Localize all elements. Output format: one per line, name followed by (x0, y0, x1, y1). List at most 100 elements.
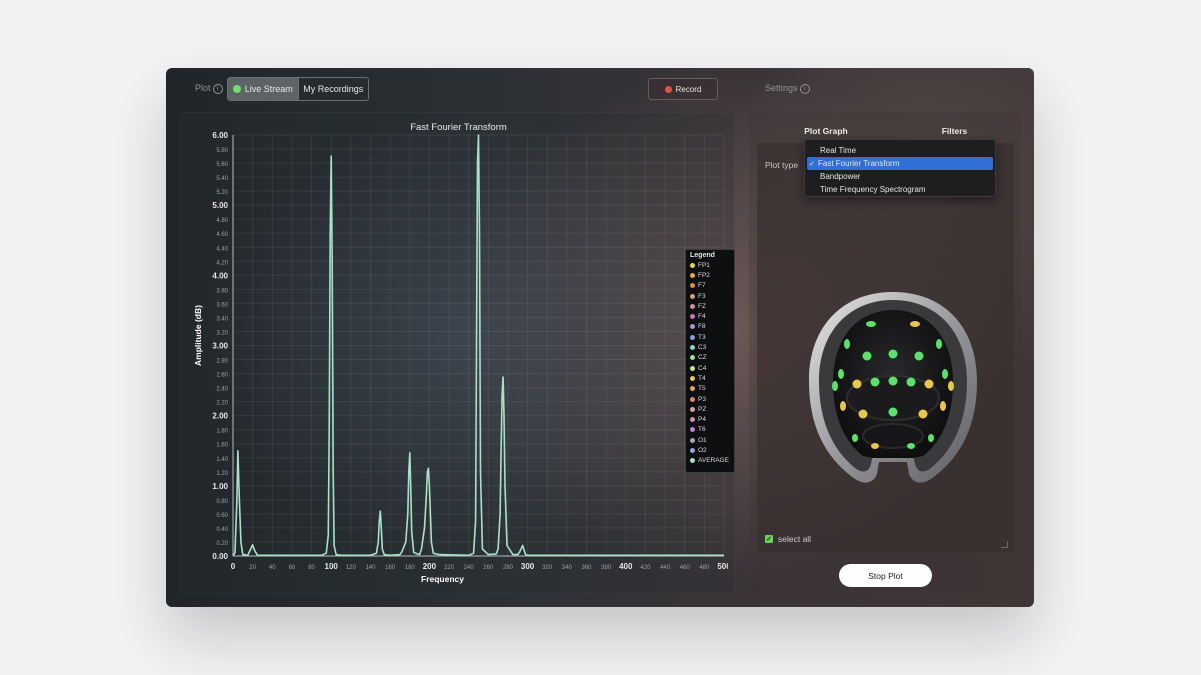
legend-item: AVERAGE (690, 456, 730, 466)
legend-swatch-icon (690, 375, 695, 381)
stop-plot-button[interactable]: Stop Plot (839, 564, 932, 587)
y-tick-label: 5.40 (216, 176, 228, 182)
x-tick-label: 60 (289, 565, 296, 571)
legend-label: O2 (698, 446, 707, 454)
legend-label: F4 (698, 313, 706, 321)
x-tick-label: 300 (521, 562, 535, 571)
legend-label: T5 (698, 385, 706, 393)
legend-item: P4 (690, 414, 730, 424)
settings-label-text: Settings (765, 83, 798, 93)
y-tick-label: 0.40 (216, 527, 228, 533)
x-tick-label: 240 (464, 565, 475, 571)
live-stream-tab[interactable]: Live Stream (228, 78, 298, 100)
legend-swatch-icon (690, 345, 695, 351)
legend-swatch-icon (690, 314, 695, 320)
checkbox-checked-icon[interactable]: ✓ (765, 535, 773, 543)
x-tick-label: 500 (717, 562, 728, 571)
record-label: Record (675, 84, 702, 94)
y-tick-label: 1.00 (212, 482, 228, 491)
plot-label-text: Plot (195, 83, 211, 93)
plot-graph-body: Plot type Real Time ✓ Fast Fourier Trans… (757, 139, 1014, 553)
checkmark-icon: ✓ (809, 160, 815, 168)
settings-info-icon[interactable]: i (799, 83, 810, 94)
legend-item: PZ (690, 404, 730, 414)
legend-label: O1 (698, 436, 707, 444)
x-tick-label: 40 (269, 565, 276, 571)
my-recordings-tab[interactable]: My Recordings (297, 78, 369, 100)
x-tick-label: 360 (582, 565, 593, 571)
y-tick-label: 4.40 (216, 246, 228, 252)
legend-label: P4 (698, 416, 706, 424)
y-tick-label: 1.80 (216, 429, 228, 435)
x-tick-label: 260 (483, 565, 494, 571)
y-tick-label: 0.80 (216, 499, 228, 505)
x-tick-label: 420 (640, 565, 651, 571)
legend-label: F7 (698, 282, 706, 290)
y-tick-label: 2.60 (216, 373, 228, 379)
y-tick-label: 4.80 (216, 218, 228, 224)
legend-item: F3 (690, 291, 730, 301)
y-tick-label: 6.00 (212, 131, 228, 140)
y-tick-label: 4.00 (212, 271, 228, 280)
chart-legend: Legend FP1 FP2 F7 F3 FZ F4 F8 T3 C3 CZ C4 T4 T5 P3 PZ P… (685, 249, 735, 473)
record-button[interactable]: Record (648, 78, 718, 100)
select-all-checkbox[interactable]: ✓ select all (765, 534, 811, 544)
info-icon[interactable]: i (212, 83, 223, 94)
y-tick-label: 4.60 (216, 232, 228, 238)
legend-swatch-icon (690, 427, 695, 433)
legend-label: F8 (698, 323, 706, 331)
legend-label: T6 (698, 426, 706, 434)
x-tick-label: 400 (619, 562, 633, 571)
legend-label: F3 (698, 292, 706, 300)
x-tick-label: 160 (385, 565, 396, 571)
legend-swatch-icon (690, 272, 695, 278)
y-tick-label: 3.80 (216, 288, 228, 294)
legend-item: CZ (690, 353, 730, 363)
y-tick-label: 2.20 (216, 401, 228, 407)
headset-illustration (809, 292, 977, 483)
legend-label: C4 (698, 364, 707, 372)
legend-label: T3 (698, 333, 706, 341)
option-fft[interactable]: ✓ Fast Fourier Transform (807, 157, 993, 170)
chart-title: Fast Fourier Transform (410, 122, 507, 133)
option-bandpower[interactable]: Bandpower (807, 170, 993, 183)
legend-swatch-icon (690, 283, 695, 289)
legend-label: FZ (698, 302, 706, 310)
legend-item: FZ (690, 301, 730, 311)
legend-swatch-icon (690, 303, 695, 309)
legend-label: FP2 (698, 271, 710, 279)
legend-label: FP1 (698, 261, 710, 269)
resize-grip-icon[interactable] (1001, 541, 1008, 548)
x-tick-label: 100 (325, 562, 339, 571)
app-window: Plot i Live Stream My Recordings Record S… (166, 68, 1034, 607)
y-tick-label: 0.60 (216, 513, 228, 519)
legend-label: P3 (698, 395, 706, 403)
y-tick-label: 3.20 (216, 330, 228, 336)
x-tick-label: 480 (699, 565, 710, 571)
legend-item: O1 (690, 435, 730, 445)
option-bandpower-label: Bandpower (820, 172, 861, 181)
legend-item: T4 (690, 373, 730, 383)
x-tick-label: 320 (542, 565, 553, 571)
x-tick-label: 220 (444, 565, 455, 571)
live-stream-label: Live Stream (244, 84, 293, 94)
y-tick-label: 1.20 (216, 471, 228, 477)
fft-chart-svg: 0 20 40 60 80 100 120 140 160 180 200 220 240 260 280 3… (193, 122, 728, 584)
x-tick-label: 380 (601, 565, 612, 571)
legend-item: T5 (690, 384, 730, 394)
y-tick-label: 5.20 (216, 190, 228, 196)
legend-swatch-icon (690, 324, 695, 330)
option-spectrogram[interactable]: Time Frequency Spectrogram (807, 183, 993, 196)
plot-label: Plot i (195, 83, 223, 94)
plot-type-dropdown[interactable]: Real Time ✓ Fast Fourier Transform Bandpo… (804, 139, 996, 197)
x-tick-label: 340 (562, 565, 573, 571)
settings-panel: Plot Graph Filters Plot type Real Time ✓… (749, 112, 1021, 594)
option-real-time[interactable]: Real Time (807, 144, 993, 157)
legend-item: T3 (690, 332, 730, 342)
y-axis-label: Amplitude (dB) (193, 305, 203, 366)
legend-item: F4 (690, 311, 730, 321)
legend-swatch-icon (690, 447, 695, 453)
legend-swatch-icon (690, 458, 695, 464)
x-axis-label: Frequency (421, 574, 464, 584)
y-tick-label: 5.00 (212, 201, 228, 210)
